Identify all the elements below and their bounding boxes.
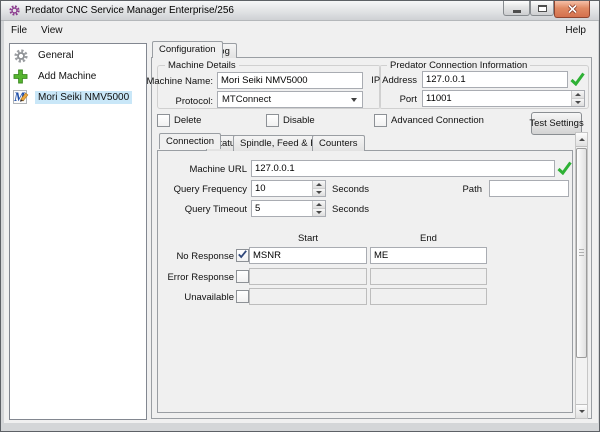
unavailable-checkbox[interactable] — [236, 290, 249, 303]
machine-name-label: Machine Name: — [127, 76, 213, 87]
delete-label: Delete — [174, 115, 201, 126]
spinner-up-icon[interactable] — [313, 181, 325, 189]
protocol-label: Protocol: — [127, 96, 213, 107]
query-timeout-stepper — [251, 200, 326, 217]
error-response-end-input[interactable] — [370, 268, 487, 285]
app-icon — [8, 4, 21, 17]
arrow-up-icon — [579, 138, 585, 141]
green-plus-icon — [13, 69, 31, 85]
no-response-end-input[interactable] — [370, 247, 487, 264]
machine-url-label: Machine URL — [161, 164, 247, 175]
list-item-add-machine[interactable]: Add Machine — [12, 67, 144, 86]
machine-m-pencil-icon: M — [13, 90, 31, 106]
menu-help[interactable]: Help — [565, 25, 586, 36]
scroll-down-button[interactable] — [576, 404, 587, 418]
minimize-icon — [513, 10, 521, 13]
window: Predator CNC Service Manager Enterprise/… — [0, 0, 600, 432]
end-header: End — [370, 233, 487, 244]
window-title: Predator CNC Service Manager Enterprise/… — [25, 5, 234, 16]
vertical-scrollbar[interactable] — [575, 132, 588, 419]
query-frequency-label: Query Frequency — [151, 184, 247, 195]
port-spinner-buttons[interactable] — [571, 91, 584, 106]
list-item-label: General — [35, 49, 77, 62]
list-item-general[interactable]: General — [12, 46, 144, 65]
maximize-icon — [538, 5, 547, 12]
thumb-grip-icon — [579, 249, 584, 257]
protocol-value: MTConnect — [222, 94, 271, 105]
minimize-button[interactable] — [503, 1, 530, 16]
tab-connection[interactable]: Connection — [159, 133, 221, 149]
port-input[interactable] — [423, 91, 584, 106]
query-timeout-spinner-buttons[interactable] — [312, 201, 325, 216]
close-button[interactable] — [554, 1, 590, 18]
menu-file[interactable]: File — [11, 25, 27, 36]
gear-icon — [13, 48, 31, 64]
arrow-down-icon — [579, 410, 585, 413]
start-header: Start — [249, 233, 367, 244]
query-frequency-stepper — [251, 180, 326, 197]
query-timeout-label: Query Timeout — [151, 204, 247, 215]
url-valid-check-icon — [557, 161, 572, 178]
scroll-up-button[interactable] — [576, 133, 587, 147]
spinner-down-icon[interactable] — [313, 189, 325, 196]
port-stepper — [422, 90, 585, 107]
scroll-thumb[interactable] — [576, 148, 587, 358]
list-item-label: Add Machine — [35, 70, 99, 83]
error-response-start-input[interactable] — [249, 268, 367, 285]
spinner-up-icon[interactable] — [572, 91, 584, 99]
no-response-checkbox[interactable] — [236, 249, 249, 262]
tab-configuration[interactable]: Configuration — [152, 41, 223, 58]
advanced-connection-label: Advanced Connection — [391, 115, 484, 126]
spinner-down-icon[interactable] — [313, 209, 325, 216]
unavailable-start-input[interactable] — [249, 288, 367, 305]
unavailable-end-input[interactable] — [370, 288, 487, 305]
port-label: Port — [331, 94, 417, 105]
path-input[interactable] — [489, 180, 569, 197]
machine-url-input[interactable] — [251, 160, 555, 177]
ip-address-input[interactable] — [422, 71, 568, 88]
list-item-mori-seiki[interactable]: M Mori Seiki NMV5000 — [12, 88, 144, 107]
error-response-checkbox[interactable] — [236, 270, 249, 283]
ip-address-label: IP Address — [331, 75, 417, 86]
spinner-down-icon[interactable] — [572, 99, 584, 106]
list-item-label: Mori Seiki NMV5000 — [35, 91, 132, 104]
delete-checkbox[interactable] — [157, 114, 170, 127]
seconds-label: Seconds — [332, 184, 369, 195]
query-frequency-spinner-buttons[interactable] — [312, 181, 325, 196]
error-response-label: Error Response — [139, 272, 234, 283]
seconds-label: Seconds — [332, 204, 369, 215]
path-label: Path — [442, 184, 482, 195]
close-icon — [567, 4, 578, 14]
machine-details-title: Machine Details — [165, 60, 239, 71]
no-response-label: No Response — [139, 251, 234, 262]
no-response-start-input[interactable] — [249, 247, 367, 264]
menu-view[interactable]: View — [41, 25, 63, 36]
tab-counters[interactable]: Counters — [312, 135, 365, 151]
spinner-up-icon[interactable] — [313, 201, 325, 209]
ip-valid-check-icon — [570, 72, 585, 89]
advanced-connection-checkbox[interactable] — [374, 114, 387, 127]
disable-label: Disable — [283, 115, 315, 126]
maximize-button[interactable] — [530, 1, 554, 16]
predator-connection-title: Predator Connection Information — [387, 60, 530, 71]
disable-checkbox[interactable] — [266, 114, 279, 127]
unavailable-label: Unavailable — [139, 292, 234, 303]
